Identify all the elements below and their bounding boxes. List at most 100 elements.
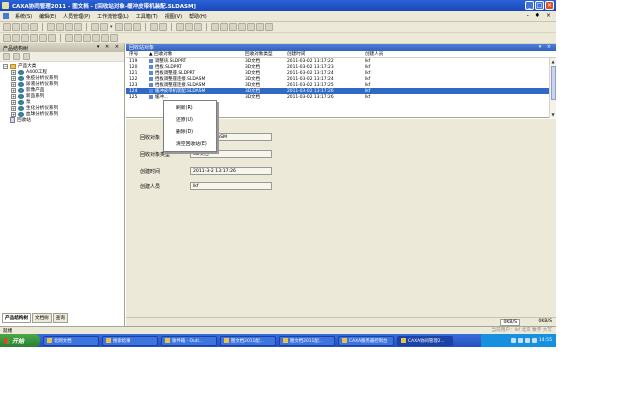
property-icon[interactable] bbox=[158, 23, 167, 31]
expand-icon[interactable] bbox=[101, 34, 109, 42]
menu-item-empty-recycle[interactable]: 清空回收站(E) bbox=[164, 137, 216, 149]
mdi-controls[interactable]: - ♦ × bbox=[527, 12, 553, 19]
cut-icon[interactable] bbox=[47, 23, 55, 31]
menu-toolbox[interactable]: 工具箱(T) bbox=[133, 13, 161, 20]
taskbar-item[interactable]: 图文档2011配... bbox=[279, 335, 335, 346]
time-field[interactable]: 2011-3-2 13:17:26 bbox=[190, 167, 272, 175]
taskbar-item[interactable]: 收件箱 - Outl... bbox=[161, 335, 217, 346]
release-icon[interactable] bbox=[175, 23, 184, 31]
expand-toggle-icon[interactable]: + bbox=[11, 69, 16, 75]
expand-toggle-icon[interactable]: + bbox=[11, 111, 16, 117]
collapse-toggle-icon[interactable]: − bbox=[3, 63, 8, 69]
menu-help[interactable]: 帮助(H) bbox=[186, 13, 210, 20]
creator-field[interactable]: lkf bbox=[190, 182, 272, 190]
up-icon[interactable] bbox=[21, 34, 29, 42]
arrow-down-icon[interactable] bbox=[74, 34, 82, 42]
paste-icon[interactable] bbox=[65, 23, 73, 31]
tab-document-tree[interactable]: 文档树 bbox=[31, 313, 52, 323]
left-panel-controls[interactable]: ▾ ✕ × bbox=[97, 44, 121, 50]
edit-icon[interactable] bbox=[132, 23, 141, 31]
browse-icon[interactable] bbox=[123, 23, 132, 31]
scroll-down-icon[interactable]: ▼ bbox=[550, 111, 556, 118]
arrow-top-icon[interactable] bbox=[83, 34, 91, 42]
windows-logo-icon bbox=[4, 337, 10, 344]
expand-toggle-icon[interactable]: + bbox=[11, 105, 16, 111]
expand-toggle-icon[interactable]: + bbox=[11, 93, 16, 99]
history-icon[interactable] bbox=[193, 23, 202, 31]
menu-system[interactable]: 系统(S) bbox=[12, 13, 35, 20]
status-text: 就绪 bbox=[3, 328, 13, 334]
maximize-button[interactable]: □ bbox=[535, 1, 544, 10]
tree-filter-icon[interactable] bbox=[13, 53, 20, 60]
find-icon[interactable] bbox=[114, 23, 123, 31]
cell-time: 2011-03-02 13:17:22 bbox=[287, 58, 334, 64]
vertical-scrollbar[interactable]: ▲ ▼ bbox=[549, 58, 556, 118]
tab-product-tree[interactable]: 产品结构树 bbox=[2, 313, 31, 323]
tool-g-icon[interactable] bbox=[264, 23, 273, 31]
column-header-object[interactable]: ▲ 回收对象 bbox=[149, 51, 245, 57]
dropdown-arrow-icon[interactable]: ▾ bbox=[110, 24, 113, 30]
save-icon[interactable] bbox=[21, 23, 29, 31]
start-button[interactable]: 开始 bbox=[0, 334, 40, 347]
expand-toggle-icon[interactable]: + bbox=[11, 87, 16, 93]
menu-item-restore[interactable]: 还原(U) bbox=[164, 113, 216, 125]
column-header-type[interactable]: 回收对象类型 bbox=[245, 51, 287, 57]
column-header-time[interactable]: 创建时间 bbox=[287, 51, 365, 57]
menu-people[interactable]: 人员管理(P) bbox=[60, 13, 93, 20]
collapse-icon[interactable] bbox=[110, 34, 118, 42]
checkin-icon[interactable] bbox=[91, 23, 99, 31]
list-panel-controls[interactable]: ▾ × bbox=[539, 44, 553, 50]
taskbar-item-active[interactable]: CAXA协同管理2... bbox=[397, 335, 453, 346]
menu-edit[interactable]: 编辑(E) bbox=[36, 13, 59, 20]
taskbar: 开始 北网文档 搜索结果 收件箱 - Outl... 图文档2011配... 图… bbox=[0, 334, 556, 347]
arrow-up-icon[interactable] bbox=[65, 34, 73, 42]
clock[interactable]: 14:55 bbox=[539, 338, 552, 343]
stop-icon[interactable] bbox=[48, 34, 56, 42]
copy-icon[interactable] bbox=[56, 23, 64, 31]
tool-a-icon[interactable] bbox=[210, 23, 219, 31]
menu-item-delete[interactable]: 删除(D) bbox=[164, 125, 216, 137]
version-icon[interactable] bbox=[184, 23, 193, 31]
security-icon[interactable] bbox=[531, 338, 537, 343]
taskbar-item[interactable]: CAXA服务器控制台 bbox=[338, 335, 394, 346]
ime-icon[interactable] bbox=[524, 338, 530, 343]
expand-toggle-icon[interactable]: + bbox=[11, 81, 16, 87]
expand-toggle-icon[interactable]: + bbox=[11, 75, 16, 81]
tool-c-icon[interactable] bbox=[228, 23, 237, 31]
scroll-up-icon[interactable]: ▲ bbox=[550, 58, 556, 65]
tool-e-icon[interactable] bbox=[246, 23, 255, 31]
link-icon[interactable] bbox=[149, 23, 158, 31]
checkout-icon[interactable] bbox=[100, 23, 108, 31]
back-icon[interactable] bbox=[3, 34, 11, 42]
tab-query[interactable]: 查询 bbox=[52, 313, 68, 323]
tool-d-icon[interactable] bbox=[237, 23, 246, 31]
arrow-bottom-icon[interactable] bbox=[92, 34, 100, 42]
volume-icon[interactable] bbox=[517, 338, 523, 343]
menu-item-refresh[interactable]: 刷新(R) bbox=[164, 101, 216, 113]
open-icon[interactable] bbox=[12, 23, 20, 31]
scroll-thumb[interactable] bbox=[551, 66, 556, 100]
print-icon[interactable] bbox=[30, 23, 38, 31]
tool-b-icon[interactable] bbox=[219, 23, 228, 31]
refresh-icon[interactable] bbox=[30, 34, 38, 42]
new-icon[interactable] bbox=[3, 23, 11, 31]
taskbar-item[interactable]: 图文档2011配... bbox=[220, 335, 276, 346]
column-header-no[interactable]: 序号 bbox=[126, 51, 149, 57]
minimize-button[interactable]: _ bbox=[525, 1, 534, 10]
delete-icon[interactable] bbox=[74, 23, 82, 31]
forward-icon[interactable] bbox=[12, 34, 20, 42]
tree-refresh-icon[interactable] bbox=[3, 53, 10, 60]
expand-toggle-icon[interactable]: + bbox=[11, 99, 16, 105]
home-icon[interactable] bbox=[39, 34, 47, 42]
tool-f-icon[interactable] bbox=[255, 23, 264, 31]
taskbar-item[interactable]: 北网文档 bbox=[43, 335, 99, 346]
column-header-creator[interactable]: 创建人员 bbox=[365, 51, 425, 57]
tree-locate-icon[interactable] bbox=[23, 53, 30, 60]
close-button[interactable]: × bbox=[545, 1, 554, 10]
menu-view[interactable]: 视图(V) bbox=[162, 13, 185, 20]
cell-no: 121 bbox=[129, 70, 138, 76]
menu-workflow[interactable]: 工作流管理(L) bbox=[94, 13, 132, 20]
taskbar-item[interactable]: 搜索结果 bbox=[102, 335, 158, 346]
network-icon[interactable] bbox=[510, 338, 516, 343]
tree-node-recycle-bin[interactable]: 回收站 bbox=[3, 117, 124, 123]
